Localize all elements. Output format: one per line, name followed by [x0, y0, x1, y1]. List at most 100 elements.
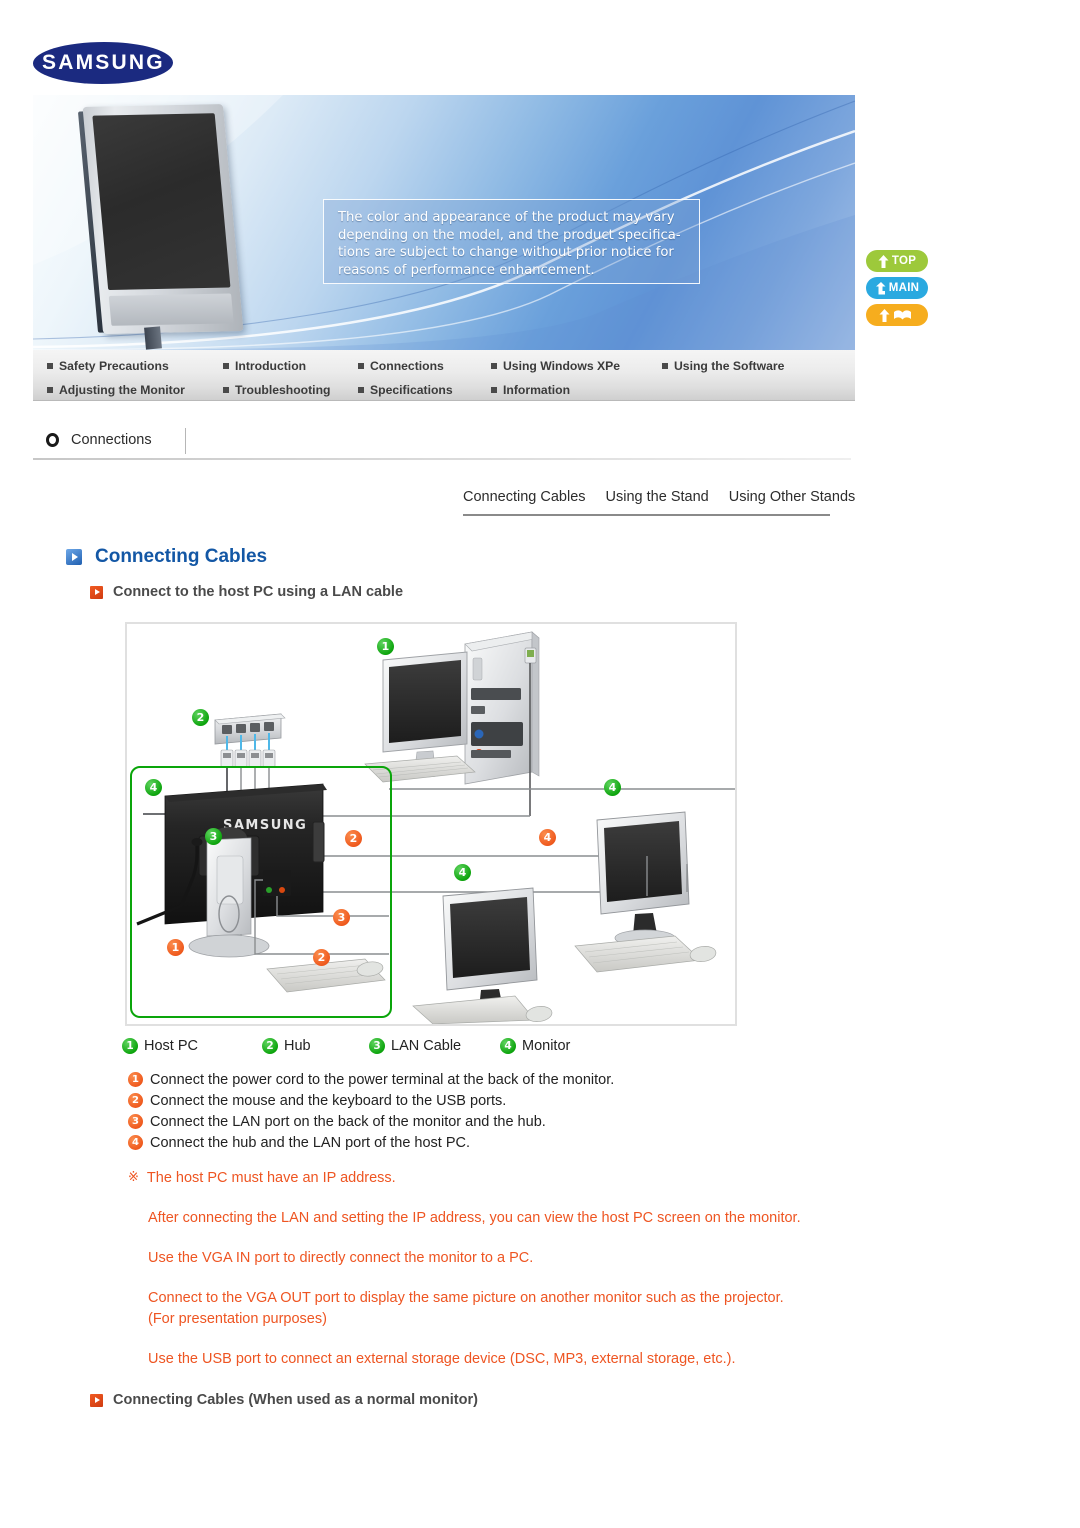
- bullet-square-icon: [491, 362, 497, 369]
- breadcrumb-label: Connections: [71, 432, 152, 448]
- note-text: Use the VGA IN port to directly connect …: [148, 1250, 534, 1266]
- breadcrumb: Connections: [46, 432, 152, 448]
- legend-label: LAN Cable: [391, 1038, 462, 1054]
- callout-orange-lan-port: 3: [333, 909, 350, 926]
- note-paragraph-3: Connect to the VGA OUT port to display t…: [128, 1288, 808, 1330]
- main-button-label: MAIN: [888, 282, 920, 294]
- legend-item-hub: 2 Hub: [262, 1038, 311, 1054]
- nav-item-troubleshooting[interactable]: Troubleshooting: [223, 377, 330, 402]
- step-text: Connect the power cord to the power term…: [150, 1072, 615, 1088]
- product-disclaimer-box: The color and appearance of the product …: [323, 199, 700, 284]
- bullet-square-icon: [223, 362, 229, 369]
- samsung-logo: SAMSUNG: [31, 42, 175, 84]
- subsection-heading-lan: Connect to the host PC using a LAN cable: [90, 584, 403, 600]
- nav-item-information[interactable]: Information: [491, 377, 570, 402]
- step-text: Connect the LAN port on the back of the …: [150, 1114, 546, 1130]
- monitor-neck: [144, 326, 162, 350]
- step-text: Connect the mouse and the keyboard to th…: [150, 1093, 507, 1109]
- step-badge: 1: [128, 1072, 143, 1087]
- nav-item-adjusting-the-monitor[interactable]: Adjusting the Monitor: [47, 377, 185, 402]
- nav-item-specifications[interactable]: Specifications: [358, 377, 453, 402]
- breadcrumb-divider: [185, 428, 186, 454]
- logo-text: SAMSUNG: [41, 51, 165, 74]
- nav-item-introduction[interactable]: Introduction: [223, 353, 306, 378]
- legend-item-host-pc: 1 Host PC: [122, 1038, 198, 1054]
- callout-orange-hub-to-host: 4: [539, 829, 556, 846]
- page-title: Connecting Cables: [66, 546, 267, 568]
- nav-label: Adjusting the Monitor: [59, 382, 185, 397]
- nav-item-using-windows-xpe[interactable]: Using Windows XPe: [491, 353, 620, 378]
- step-badge: 4: [128, 1135, 143, 1150]
- subsection-heading-normal-monitor: Connecting Cables (When used as a normal…: [90, 1392, 478, 1408]
- top-button[interactable]: TOP: [866, 250, 928, 272]
- note-text: Connect to the VGA OUT port to display t…: [148, 1290, 784, 1327]
- legend-badge: 1: [122, 1038, 138, 1054]
- nav-item-safety-precautions[interactable]: Safety Precautions: [47, 353, 169, 378]
- main-button[interactable]: MAIN: [866, 277, 928, 299]
- tab-using-other-stands[interactable]: Using Other Stands: [729, 489, 856, 511]
- bullet-square-icon: [358, 362, 364, 369]
- banner-monitor-image: [82, 103, 244, 335]
- callout-orange-usb-side: 2: [345, 830, 362, 847]
- legend-label: Monitor: [522, 1038, 571, 1054]
- tab-connecting-cables[interactable]: Connecting Cables: [463, 489, 586, 511]
- mail-button[interactable]: [866, 304, 928, 326]
- legend-badge: 2: [262, 1038, 278, 1054]
- nav-row-2: Adjusting the Monitor Troubleshooting Sp…: [33, 377, 855, 402]
- callout-orange-usb-kbm: 2: [313, 949, 330, 966]
- nav-item-using-the-software[interactable]: Using the Software: [662, 353, 784, 378]
- top-button-label: TOP: [891, 255, 917, 267]
- notes-section: ※ The host PC must have an IP address. A…: [128, 1168, 808, 1370]
- reference-mark-icon: ※: [128, 1170, 139, 1185]
- subsection-heading-label: Connecting Cables (When used as a normal…: [113, 1392, 478, 1408]
- side-button-group: TOP MAIN: [866, 250, 930, 331]
- callout-green-lan-cable: 3: [205, 828, 222, 845]
- arrow-up-icon: [879, 308, 890, 322]
- nav-label: Introduction: [235, 358, 307, 373]
- page-title-label: Connecting Cables: [95, 546, 268, 567]
- nav-label: Using the Software: [674, 358, 785, 373]
- disclaimer-line-4: reasons of performance enhancement.: [338, 262, 595, 278]
- note-paragraph-4: Use the USB port to connect an external …: [128, 1349, 808, 1370]
- instruction-step: 4 Connect the hub and the LAN port of th…: [128, 1133, 828, 1154]
- red-arrow-icon: [90, 1393, 103, 1407]
- breadcrumb-rule: [33, 458, 851, 460]
- callout-green-monitor-right: 4: [604, 779, 621, 796]
- disclaimer-line-2: depending on the model, and the product …: [338, 227, 681, 243]
- callout-green-monitor-main: 4: [145, 779, 162, 796]
- nav-label: Connections: [370, 358, 444, 373]
- diagram-legend: 1 Host PC 2 Hub 3 LAN Cable 4 Monitor: [122, 1038, 642, 1060]
- bullet-square-icon: [47, 386, 53, 393]
- note-primary: ※ The host PC must have an IP address.: [128, 1168, 808, 1189]
- tab-underline: [463, 514, 830, 516]
- nav-row-1: Safety Precautions Introduction Connecti…: [33, 353, 855, 378]
- tab-using-the-stand[interactable]: Using the Stand: [606, 489, 709, 511]
- step-badge: 3: [128, 1114, 143, 1129]
- bullet-square-icon: [358, 386, 364, 393]
- instruction-step: 1 Connect the power cord to the power te…: [128, 1070, 828, 1091]
- manual-page: SAMSUNG The color and appearance of the …: [0, 0, 1080, 1528]
- callout-green-host-pc: 1: [377, 638, 394, 655]
- bullet-square-icon: [223, 386, 229, 393]
- product-banner: The color and appearance of the product …: [33, 95, 855, 350]
- monitor-screen: [92, 113, 231, 290]
- legend-item-monitor: 4 Monitor: [500, 1038, 570, 1054]
- legend-label: Host PC: [144, 1038, 198, 1054]
- bullet-square-icon: [662, 362, 668, 369]
- logo-ellipse: SAMSUNG: [31, 42, 175, 84]
- legend-label: Hub: [284, 1038, 311, 1054]
- nav-label: Troubleshooting: [235, 382, 331, 397]
- disclaimer-line-3: tions are subject to change without prio…: [338, 245, 674, 261]
- note-paragraph-2: Use the VGA IN port to directly connect …: [128, 1248, 808, 1269]
- arrow-curved-up-icon: [875, 281, 886, 294]
- instruction-step: 2 Connect the mouse and the keyboard to …: [128, 1091, 828, 1112]
- legend-badge: 3: [369, 1038, 385, 1054]
- book-icon: [894, 309, 911, 319]
- nav-item-connections[interactable]: Connections: [358, 353, 444, 378]
- blue-arrow-icon: [66, 549, 82, 565]
- step-text: Connect the hub and the LAN port of the …: [150, 1135, 471, 1151]
- instruction-step: 3 Connect the LAN port on the back of th…: [128, 1112, 828, 1133]
- instruction-list: 1 Connect the power cord to the power te…: [128, 1070, 828, 1154]
- arrow-up-icon: [878, 254, 889, 268]
- monitor-chin: [108, 293, 234, 326]
